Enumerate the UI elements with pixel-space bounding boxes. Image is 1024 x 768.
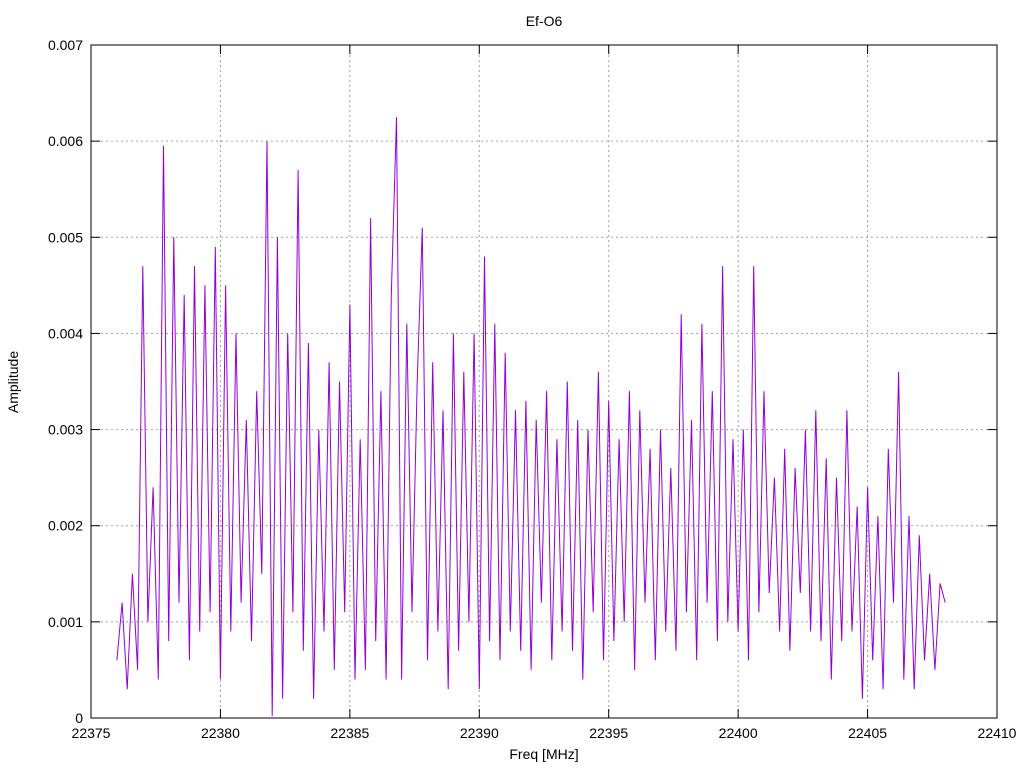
chart: Ef-O6 22375 22380 22385 22390 22395 22400 2240… — [5, 13, 1017, 762]
chart-title: Ef-O6 — [526, 13, 563, 29]
x-axis-label: Freq [MHz] — [509, 746, 578, 762]
y-tick-label: 0.004 — [48, 325, 83, 341]
x-tick-label: 22410 — [978, 725, 1017, 741]
x-tick-label: 22390 — [460, 725, 499, 741]
y-tick-label: 0.007 — [48, 37, 83, 53]
y-tick-label: 0.006 — [48, 133, 83, 149]
x-tick-label: 22375 — [72, 725, 111, 741]
y-tick-label: 0.002 — [48, 518, 83, 534]
x-tick-label: 22405 — [848, 725, 887, 741]
y-axis-label: Amplitude — [5, 351, 21, 413]
y-tick-label: 0 — [75, 710, 83, 726]
x-tick-label: 22395 — [589, 725, 628, 741]
x-tick-label: 22380 — [201, 725, 240, 741]
series-group — [116, 117, 946, 717]
y-tick-label: 0.005 — [48, 229, 83, 245]
x-tick-label: 22400 — [719, 725, 758, 741]
x-tick-label: 22385 — [330, 725, 369, 741]
y-tick-label: 0.003 — [48, 422, 83, 438]
series-line — [116, 117, 946, 717]
y-tick-label: 0.001 — [48, 614, 83, 630]
